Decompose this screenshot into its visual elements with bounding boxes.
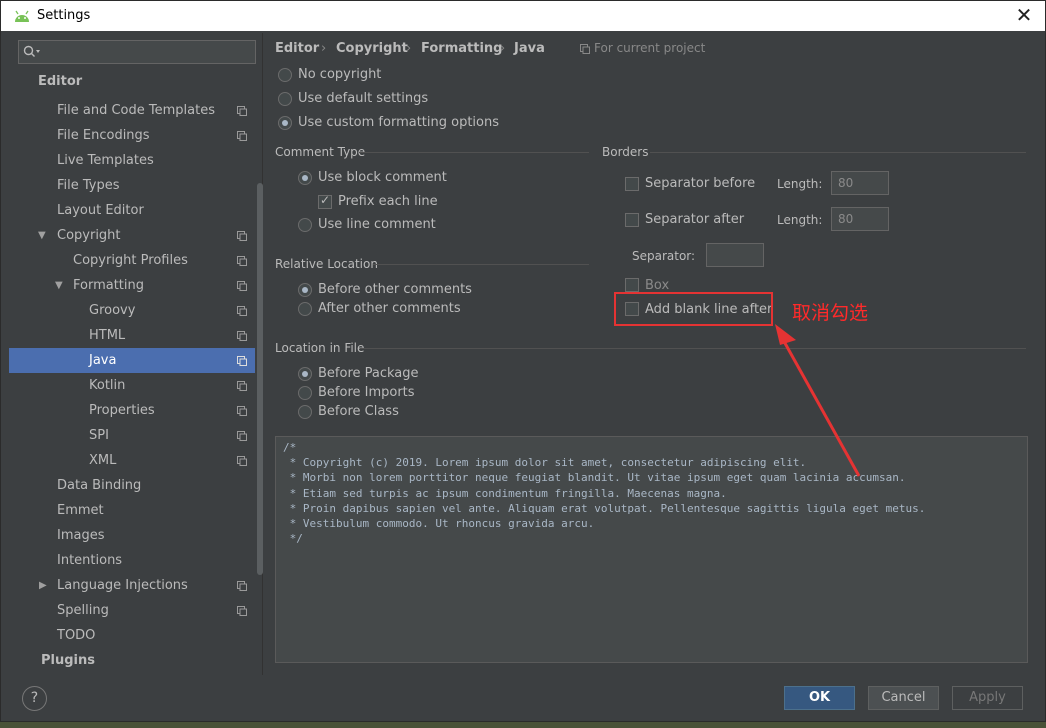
help-button[interactable]: ? <box>22 686 47 711</box>
apply-button[interactable]: Apply <box>952 686 1023 710</box>
cancel-button[interactable]: Cancel <box>868 686 939 710</box>
annotation-arrow-icon <box>775 324 861 477</box>
settings-window: Settings ✕ Editor File and Code Template… <box>0 0 1046 722</box>
dialog-button-bar: ? OK Cancel Apply <box>1 677 1045 721</box>
ok-button[interactable]: OK <box>784 686 855 710</box>
